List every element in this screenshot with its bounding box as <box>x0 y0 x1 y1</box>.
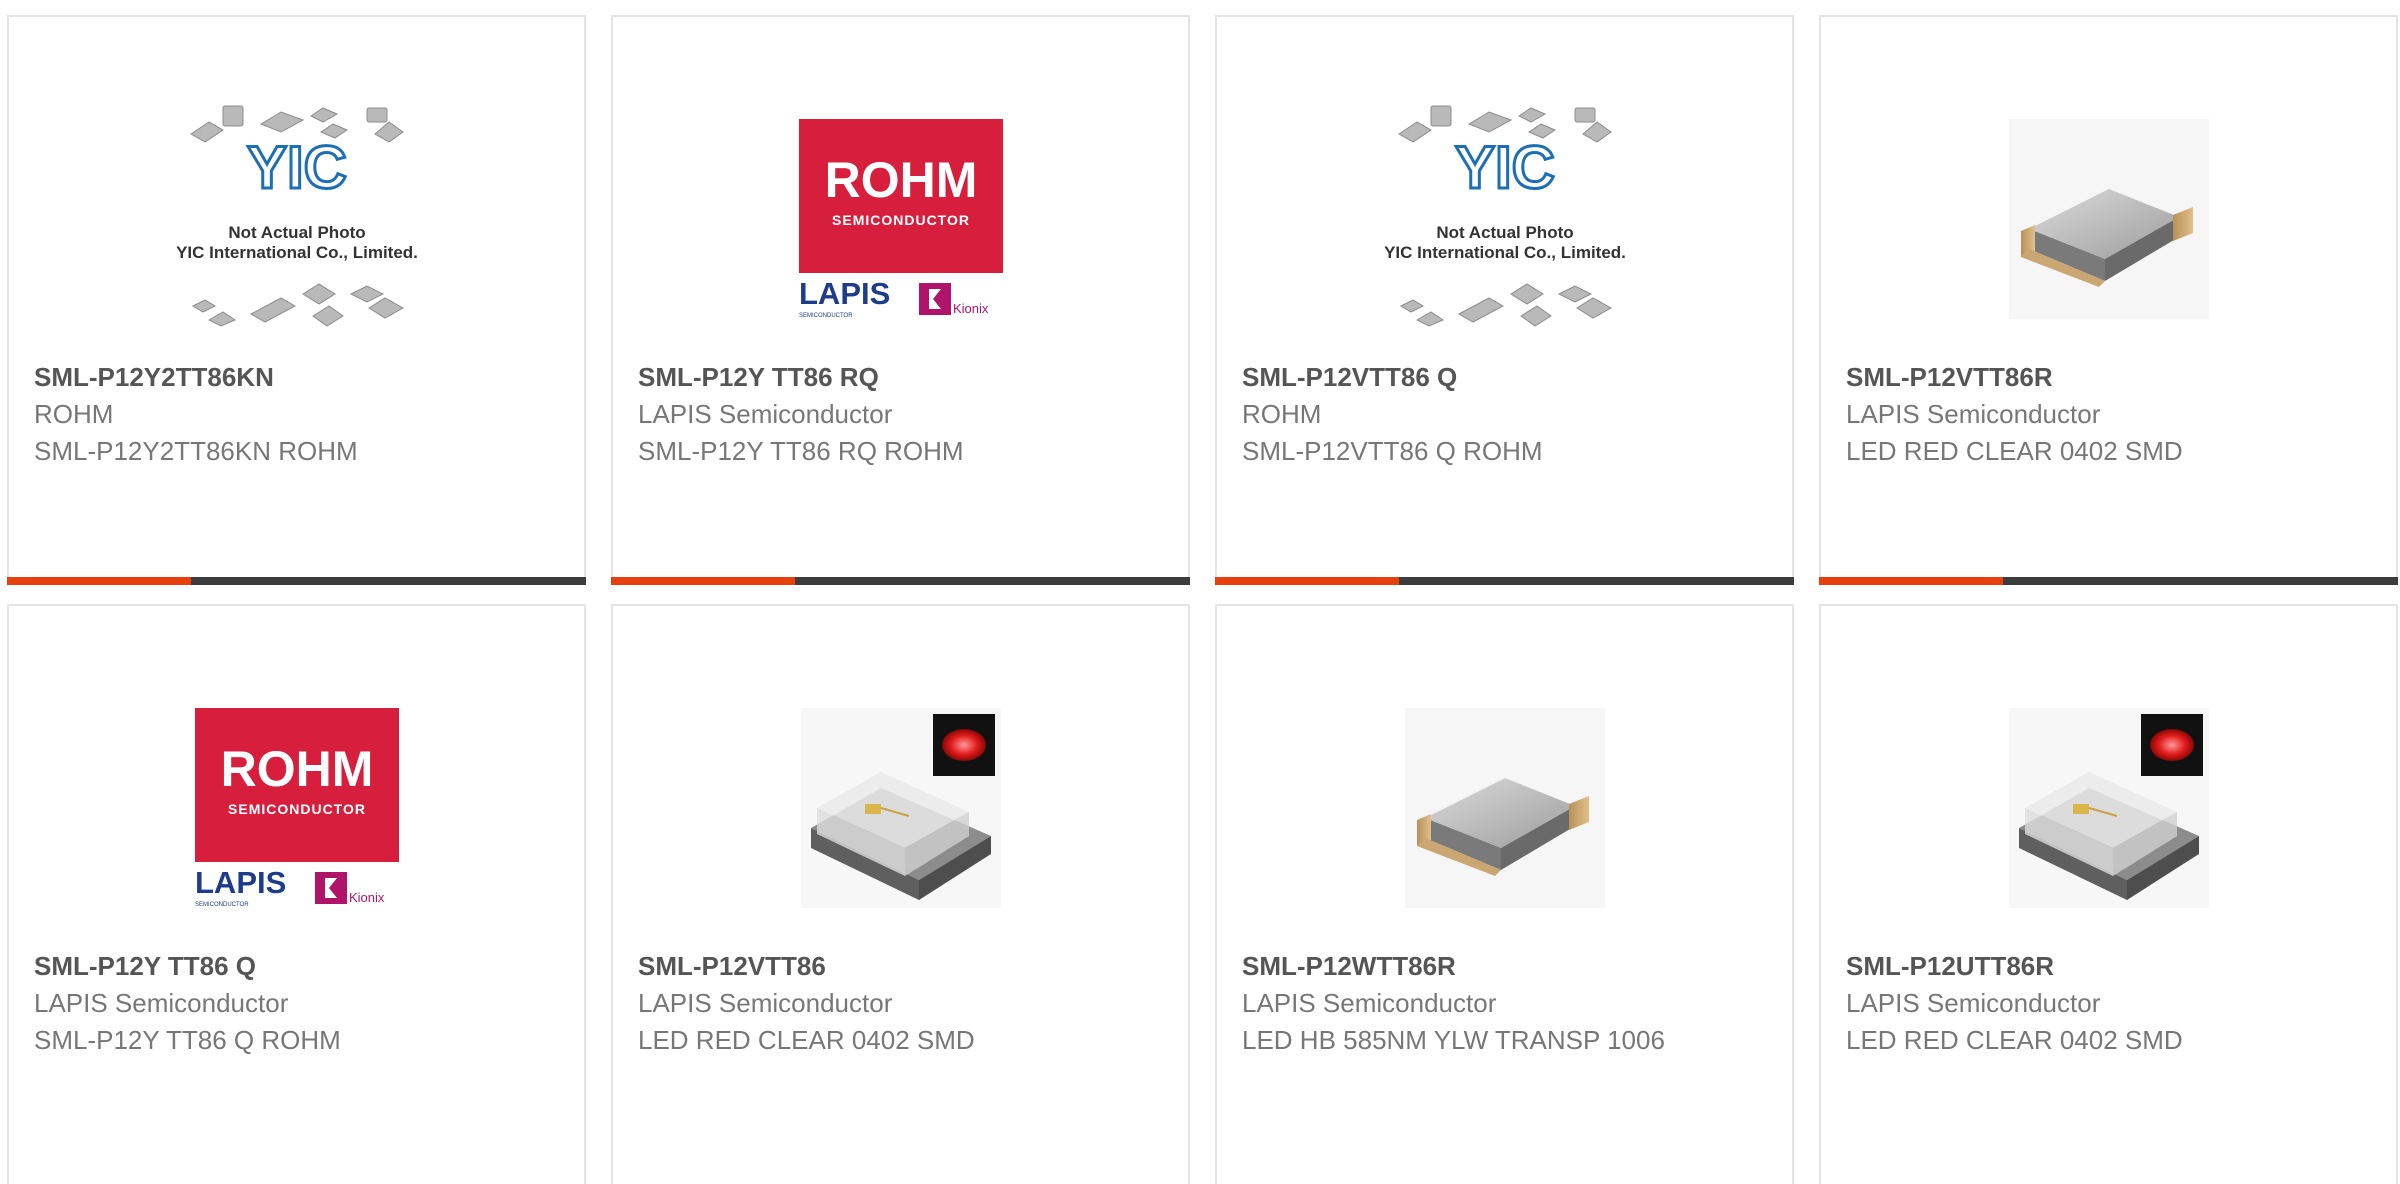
product-grid: YIC Not Actual Photo YIC International C… <box>0 0 2400 1184</box>
manufacturer: LAPIS Semiconductor <box>638 988 893 1018</box>
placeholder-line-1: Not Actual Photo <box>1436 223 1573 242</box>
product-image[interactable] <box>1983 79 2235 359</box>
product-card[interactable]: ROHM SEMICONDUCTOR LAPIS SEMICONDUCTOR K… <box>611 15 1190 585</box>
product-info: SML-P12Y TT86 Q LAPIS Semiconductor SML-… <box>34 948 559 1059</box>
yic-placeholder-image: YIC Not Actual Photo YIC International C… <box>176 105 418 327</box>
rohm-logo-text: ROHM <box>220 741 373 797</box>
rohm-logo-sub: SEMICONDUCTOR <box>832 212 970 228</box>
product-image[interactable] <box>1379 668 1631 948</box>
yic-logo-text: YIC <box>246 134 346 201</box>
part-number[interactable]: SML-P12VTT86 <box>638 948 1163 985</box>
description: SML-P12Y2TT86KN ROHM <box>34 436 358 466</box>
card-footer-bar <box>7 577 586 585</box>
manufacturer: LAPIS Semiconductor <box>34 988 289 1018</box>
description: LED RED CLEAR 0402 SMD <box>1846 1025 2183 1055</box>
card-accent-bar <box>1819 577 2003 585</box>
kionix-logo-text: Kionix <box>953 301 989 316</box>
card-footer-bar <box>1819 577 2398 585</box>
part-number[interactable]: SML-P12VTT86R <box>1846 359 2371 396</box>
rohm-logo-sub: SEMICONDUCTOR <box>228 801 366 817</box>
yic-logo-text: YIC <box>1454 134 1554 201</box>
description: LED HB 585NM YLW TRANSP 1006 <box>1242 1025 1665 1055</box>
product-card[interactable]: YIC Not Actual Photo YIC International C… <box>7 15 586 585</box>
description: SML-P12Y TT86 RQ ROHM <box>638 436 964 466</box>
placeholder-line-2: YIC International Co., Limited. <box>1384 243 1626 262</box>
description: LED RED CLEAR 0402 SMD <box>638 1025 975 1055</box>
product-card[interactable]: ROHM SEMICONDUCTOR LAPIS SEMICONDUCTOR K… <box>7 604 586 1184</box>
product-info: SML-P12VTT86 LAPIS Semiconductor LED RED… <box>638 948 1163 1059</box>
product-info: SML-P12UTT86R LAPIS Semiconductor LED RE… <box>1846 948 2371 1059</box>
smd-chip-image <box>2008 119 2209 319</box>
product-card[interactable]: SML-P12VTT86 LAPIS Semiconductor LED RED… <box>611 604 1190 1184</box>
part-number[interactable]: SML-P12Y TT86 Q <box>34 948 559 985</box>
part-number[interactable]: SML-P12Y TT86 RQ <box>638 359 1163 396</box>
lapis-logo-text: LAPIS <box>195 865 286 900</box>
placeholder-line-2: YIC International Co., Limited. <box>176 243 418 262</box>
card-accent-bar <box>611 577 795 585</box>
clear-led-red-image <box>800 708 1001 908</box>
product-image[interactable]: ROHM SEMICONDUCTOR LAPIS SEMICONDUCTOR K… <box>171 668 423 948</box>
description: SML-P12Y TT86 Q ROHM <box>34 1025 341 1055</box>
card-footer-bar <box>611 577 1190 585</box>
lapis-logo-sub: SEMICONDUCTOR <box>195 902 249 908</box>
part-number[interactable]: SML-P12WTT86R <box>1242 948 1767 985</box>
manufacturer: ROHM <box>1242 399 1322 429</box>
part-number[interactable]: SML-P12VTT86 Q <box>1242 359 1767 396</box>
card-footer-bar <box>1215 577 1794 585</box>
manufacturer: LAPIS Semiconductor <box>1242 988 1497 1018</box>
product-image[interactable] <box>775 668 1027 948</box>
product-card[interactable]: SML-P12WTT86R LAPIS Semiconductor LED HB… <box>1215 604 1794 1184</box>
clear-led-red-image <box>2008 708 2209 908</box>
placeholder-line-1: Not Actual Photo <box>228 223 365 242</box>
product-card[interactable]: SML-P12VTT86R LAPIS Semiconductor LED RE… <box>1819 15 2398 585</box>
smd-chip-image <box>1404 708 1605 908</box>
card-accent-bar <box>7 577 191 585</box>
product-image[interactable]: YIC Not Actual Photo YIC International C… <box>171 79 423 359</box>
part-number[interactable]: SML-P12Y2TT86KN <box>34 359 559 396</box>
manufacturer: LAPIS Semiconductor <box>1846 399 2101 429</box>
product-image[interactable]: ROHM SEMICONDUCTOR LAPIS SEMICONDUCTOR K… <box>775 79 1027 359</box>
description: LED RED CLEAR 0402 SMD <box>1846 436 2183 466</box>
product-card[interactable]: SML-P12UTT86R LAPIS Semiconductor LED RE… <box>1819 604 2398 1184</box>
rohm-logo-text: ROHM <box>824 152 977 208</box>
product-info: SML-P12VTT86 Q ROHM SML-P12VTT86 Q ROHM <box>1242 359 1767 470</box>
description: SML-P12VTT86 Q ROHM <box>1242 436 1543 466</box>
product-info: SML-P12Y2TT86KN ROHM SML-P12Y2TT86KN ROH… <box>34 359 559 470</box>
lapis-logo-sub: SEMICONDUCTOR <box>799 313 853 319</box>
product-image[interactable]: YIC Not Actual Photo YIC International C… <box>1379 79 1631 359</box>
product-image[interactable] <box>1983 668 2235 948</box>
product-info: SML-P12VTT86R LAPIS Semiconductor LED RE… <box>1846 359 2371 470</box>
product-info: SML-P12WTT86R LAPIS Semiconductor LED HB… <box>1242 948 1767 1059</box>
product-info: SML-P12Y TT86 RQ LAPIS Semiconductor SML… <box>638 359 1163 470</box>
manufacturer: LAPIS Semiconductor <box>638 399 893 429</box>
kionix-logo-text: Kionix <box>349 890 385 905</box>
manufacturer: LAPIS Semiconductor <box>1846 988 2101 1018</box>
yic-placeholder-image: YIC Not Actual Photo YIC International C… <box>1384 105 1626 327</box>
rohm-lapis-logo: ROHM SEMICONDUCTOR LAPIS SEMICONDUCTOR K… <box>194 708 399 908</box>
product-card[interactable]: YIC Not Actual Photo YIC International C… <box>1215 15 1794 585</box>
card-accent-bar <box>1215 577 1399 585</box>
manufacturer: ROHM <box>34 399 114 429</box>
lapis-logo-text: LAPIS <box>799 276 890 311</box>
part-number[interactable]: SML-P12UTT86R <box>1846 948 2371 985</box>
rohm-lapis-logo: ROHM SEMICONDUCTOR LAPIS SEMICONDUCTOR K… <box>798 119 1003 319</box>
